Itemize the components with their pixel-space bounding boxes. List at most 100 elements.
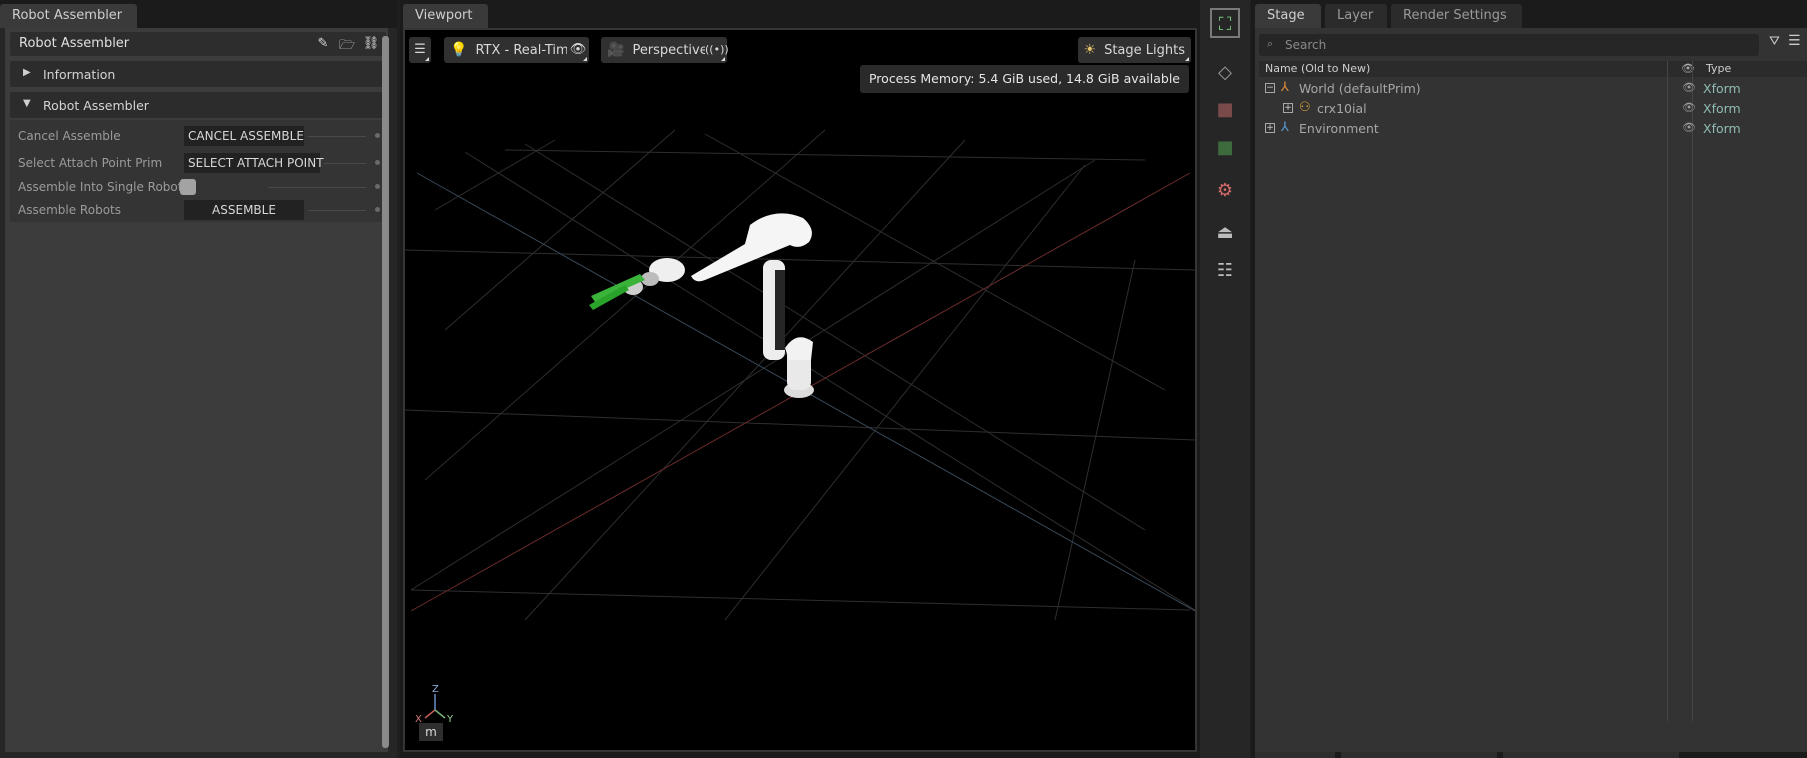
stage-column-header: Name (Old to New) 👁 Type	[1259, 61, 1807, 77]
gear-icon[interactable]: ⚙	[1210, 176, 1240, 206]
broadcast-icon: ((•))	[705, 43, 729, 56]
settings-menu-button[interactable]: ☰	[409, 37, 431, 63]
cube-icon[interactable]: ■	[1210, 95, 1240, 125]
camera-icon: 🎥	[607, 42, 625, 58]
axis-x-label: X	[415, 714, 422, 722]
prim-type: Xform	[1703, 81, 1741, 96]
eye-icon[interactable]: 👁	[1682, 101, 1696, 114]
sliders-icon: ☰	[414, 42, 426, 57]
select-tool-icon[interactable]: ⛶	[1210, 8, 1240, 38]
tab-stage[interactable]: Stage	[1255, 4, 1321, 28]
sun-icon: ☀	[1083, 42, 1097, 58]
tab-render-settings[interactable]: Render Settings	[1391, 4, 1522, 28]
axis-y-label: Y	[446, 714, 454, 722]
folder-open-icon[interactable]: 🗁	[338, 36, 356, 58]
xform-icon: ⅄	[1281, 120, 1289, 135]
select-attach-point-label: Select Attach Point Prim	[18, 156, 163, 170]
search-icon: ⌕	[1267, 37, 1274, 50]
left-scrollbar[interactable]	[382, 36, 389, 748]
reset-dot-icon	[375, 207, 380, 212]
lightbulb-icon: 💡	[450, 42, 468, 58]
reset-dot-icon	[375, 133, 380, 138]
stage-tabbar: Stage Layer Render Settings	[1251, 0, 1807, 28]
filter-icon[interactable]: ⛛	[1769, 34, 1780, 49]
green-cube-icon[interactable]: ■	[1210, 133, 1240, 163]
axis-gizmo: Z X Y	[415, 684, 454, 722]
stream-button[interactable]: ((•))	[705, 37, 729, 63]
bottom-tab-3[interactable]	[1503, 752, 1679, 758]
unit-indicator[interactable]: m	[419, 723, 443, 741]
tab-robot-assembler[interactable]: Robot Assembler	[0, 4, 137, 28]
tree-row-world[interactable]: − ⅄ World (defaultPrim) 👁 Xform	[1259, 78, 1807, 98]
type-column-header[interactable]: Type	[1706, 62, 1731, 75]
expand-icon[interactable]: +	[1265, 123, 1275, 133]
assemble-single-robot-label: Assemble Into Single Robot	[18, 180, 183, 194]
expand-icon[interactable]: +	[1283, 103, 1293, 113]
link-icon[interactable]: ⛓	[362, 36, 380, 58]
viewport-panel: Viewport ☰ 💡 RTX - Real-Time 👁 🎥 Perspec…	[400, 0, 1200, 758]
weight-icon[interactable]: ⏏	[1210, 218, 1240, 248]
render-mode-button[interactable]: 💡 RTX - Real-Time	[444, 37, 583, 63]
cancel-assemble-label: Cancel Assemble	[18, 129, 121, 143]
reset-dot-icon	[375, 184, 380, 189]
robot-assembler-section-label: Robot Assembler	[43, 98, 149, 113]
assemble-single-robot-row: Assemble Into Single Robot	[18, 177, 380, 197]
assemble-robots-label: Assemble Robots	[18, 203, 121, 217]
select-attach-point-row: Select Attach Point Prim SELECT ATTACH P…	[18, 153, 380, 173]
process-memory-readout: Process Memory: 5.4 GiB used, 14.8 GiB a…	[859, 65, 1189, 93]
search-placeholder: Search	[1285, 38, 1327, 52]
eye-icon[interactable]: 👁	[1682, 81, 1696, 94]
scene-render	[405, 129, 1195, 621]
stage-lights-label: Stage Lights	[1104, 43, 1185, 58]
delete-prim-icon[interactable]: ◇	[1210, 58, 1240, 88]
information-label: Information	[43, 67, 116, 82]
tree-row-environment[interactable]: + ⅄ Environment 👁 Xform	[1259, 118, 1807, 138]
assemble-single-robot-checkbox[interactable]	[180, 179, 196, 195]
visibility-button[interactable]: 👁	[567, 37, 589, 63]
robot-icon: ⚇	[1299, 100, 1311, 115]
tab-viewport[interactable]: Viewport	[403, 4, 488, 28]
render-mode-label: RTX - Real-Time	[475, 43, 577, 58]
information-section-header[interactable]: ▶ Information	[10, 61, 386, 87]
camera-button[interactable]: 🎥 Perspective	[601, 37, 714, 63]
select-attach-point-button[interactable]: SELECT ATTACH POINT	[184, 153, 324, 173]
reset-dot-icon	[375, 160, 380, 165]
collapsed-arrow-icon: ▶	[23, 67, 31, 78]
xform-icon: ⅄	[1281, 80, 1289, 95]
sliders-icon[interactable]: ☷	[1210, 256, 1240, 286]
tab-layer[interactable]: Layer	[1325, 4, 1387, 28]
expanded-arrow-icon: ▼	[23, 98, 31, 109]
prim-type: Xform	[1703, 121, 1741, 136]
axis-z-label: Z	[432, 684, 439, 695]
collapse-icon[interactable]: −	[1265, 83, 1275, 93]
viewport-canvas[interactable]: ☰ 💡 RTX - Real-Time 👁 🎥 Perspective ((•)) …	[403, 28, 1197, 752]
menu-icon[interactable]: ☰	[1788, 33, 1801, 49]
bottom-tab-2[interactable]	[1341, 752, 1497, 758]
edit-icon[interactable]: ✎	[314, 36, 332, 58]
eye-icon[interactable]: 👁	[1682, 121, 1696, 134]
cancel-assemble-button[interactable]: CANCEL ASSEMBLE	[184, 126, 304, 146]
prim-name: World (defaultPrim)	[1299, 81, 1421, 96]
tool-column: ⛶ ◇ ■ ■ ⚙ ⏏ ☷	[1200, 0, 1250, 758]
bottom-tab-1[interactable]	[1255, 752, 1335, 758]
assembler-controls: Cancel Assemble CANCEL ASSEMBLE Select A…	[10, 120, 386, 222]
robot-assembler-section-header[interactable]: ▼ Robot Assembler	[10, 92, 386, 118]
prim-type: Xform	[1703, 101, 1741, 116]
extension-title: Robot Assembler	[19, 36, 130, 51]
extension-title-bar: Robot Assembler ✎ 🗁 ⛓	[10, 32, 386, 56]
stage-body: ⌕ Search ⛛ ☰ Name (Old to New) 👁 Type − …	[1255, 28, 1807, 752]
prim-name: Environment	[1299, 121, 1379, 136]
tree-row-crx10ial[interactable]: + ⚇ crx10ial 👁 Xform	[1259, 98, 1807, 118]
robot-assembler-panel: Robot Assembler Robot Assembler ✎ 🗁 ⛓ ▶ …	[0, 0, 397, 758]
robot-assembler-body: Robot Assembler ✎ 🗁 ⛓ ▶ Information ▼ Ro…	[5, 28, 388, 752]
robot-arm	[589, 213, 814, 398]
name-column-header[interactable]: Name (Old to New)	[1265, 62, 1370, 75]
cancel-assemble-row: Cancel Assemble CANCEL ASSEMBLE	[18, 126, 380, 146]
stage-lights-button[interactable]: ☀ Stage Lights	[1077, 37, 1191, 63]
assemble-button[interactable]: ASSEMBLE	[184, 200, 304, 220]
stage-panel: Stage Layer Render Settings ⌕ Search ⛛ ☰…	[1251, 0, 1807, 758]
left-tabbar: Robot Assembler	[0, 0, 397, 28]
stage-search-input[interactable]: ⌕ Search	[1259, 34, 1759, 56]
viewport-tabbar: Viewport	[400, 0, 1200, 28]
prim-name: crx10ial	[1317, 101, 1367, 116]
